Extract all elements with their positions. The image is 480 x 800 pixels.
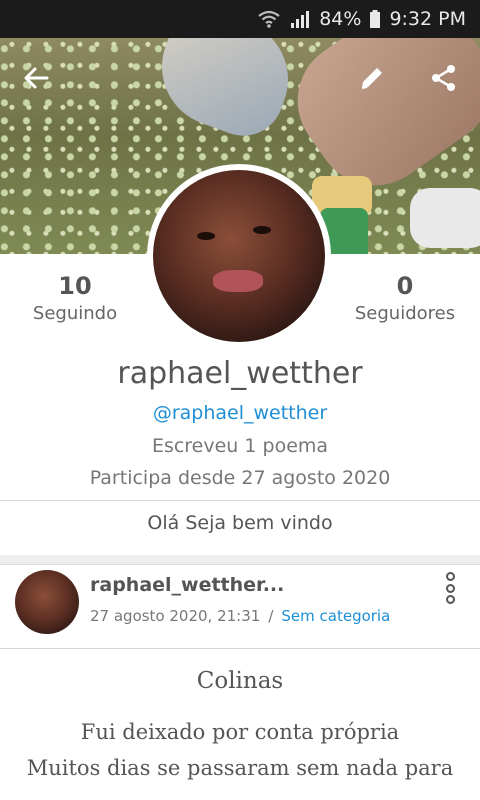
profile-bio: Olá Seja bem vindo [147,512,333,534]
edit-pencil-icon[interactable] [356,62,388,94]
post-category[interactable]: Sem categoria [281,607,390,625]
meta-separator: / [268,607,274,625]
poem-count: Escreveu 1 poema [151,435,329,457]
followers-stat[interactable]: 0 Seguidores [330,270,480,326]
post-author[interactable]: raphael_wetther... [90,574,284,596]
clock: 9:32 PM [389,8,466,30]
joined-date: Participa desde 27 agosto 2020 [89,467,391,489]
poem-line: Fui deixado por conta própria [80,720,400,744]
following-count: 10 [58,272,92,300]
post-author-avatar[interactable] [15,570,79,634]
divider [0,500,480,501]
signal-icon [289,9,311,29]
poem-title[interactable]: Colinas [0,668,480,694]
followers-label: Seguidores [354,303,456,324]
battery-icon [369,9,381,29]
more-vertical-icon[interactable] [440,572,460,604]
post-meta: 27 agosto 2020, 21:31 / Sem categoria [90,607,390,625]
following-stat[interactable]: 10 Seguindo [0,270,150,326]
wifi-icon [257,9,281,29]
profile-name: raphael_wetther [117,356,363,391]
followers-count: 0 [396,272,414,300]
status-bar: 84% 9:32 PM [0,0,480,38]
share-icon[interactable] [428,62,460,94]
section-separator [0,555,480,565]
poem-line: Muitos dias se passaram sem nada para [26,756,454,780]
profile-handle[interactable]: @raphael_wetther [0,402,480,424]
back-arrow-icon[interactable] [20,62,52,94]
post-date: 27 agosto 2020, 21:31 [90,607,261,625]
profile-avatar[interactable] [147,164,331,348]
battery-percent: 84% [319,8,362,30]
following-label: Seguindo [32,303,118,324]
divider [0,648,480,649]
